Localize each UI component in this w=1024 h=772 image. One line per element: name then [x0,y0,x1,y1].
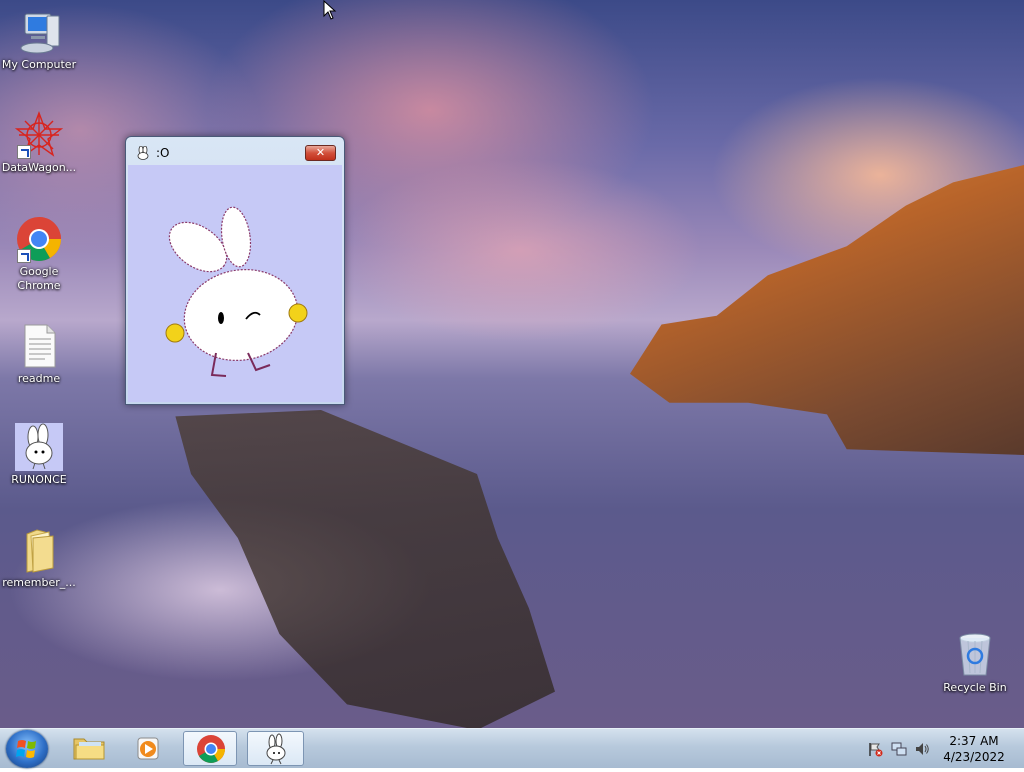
bunny-app-window[interactable]: :O ✕ [125,136,345,405]
network-icon[interactable] [891,741,907,757]
taskbar: 2:37 AM 4/23/2022 [0,728,1024,768]
computer-icon [15,8,63,56]
taskbar-clock[interactable]: 2:37 AM 4/23/2022 [936,733,1012,765]
desktop-background: My Computer DataWagon... Google Chrome r… [0,0,1024,728]
taskbar-media-player[interactable] [122,731,176,766]
desktop-icon-label: RUNONCE [11,473,67,486]
desktop-icon-label: My Computer [1,58,77,71]
window-close-button[interactable]: ✕ [305,145,336,161]
desktop-icon-label: Recycle Bin [943,681,1007,694]
desktop-icon-label: readme [17,372,61,385]
bunny-app-icon [136,145,150,160]
start-button[interactable] [6,730,48,768]
text-file-icon [15,322,63,370]
window-client-area[interactable] [128,165,342,402]
folder-icon [15,526,63,574]
desktop-icon-datawagon[interactable]: DataWagon... [1,111,77,175]
action-center-flag-icon[interactable] [867,741,883,757]
clock-date: 4/23/2022 [943,750,1005,764]
desktop-icon-recycle-bin[interactable]: Recycle Bin [937,631,1013,695]
bunny-character [165,206,308,377]
windows-logo-icon [16,740,36,758]
bunny-app-icon [266,733,286,765]
media-player-icon [137,737,159,760]
desktop-icon-readme[interactable]: readme [1,322,77,386]
volume-icon[interactable] [914,741,930,757]
window-title: :O [156,146,170,160]
mouse-cursor-icon [323,0,337,20]
window-titlebar[interactable]: :O ✕ [126,137,344,165]
chrome-shortcut-icon [15,215,63,263]
clock-time: 2:37 AM [949,734,999,748]
desktop-icon-my-computer[interactable]: My Computer [1,8,77,72]
taskbar-windows-explorer[interactable] [62,731,116,766]
bunny-app-icon [15,423,63,471]
desktop-icon-label: DataWagon... [1,161,77,174]
desktop-icon-label: Google Chrome [17,265,61,292]
taskbar-google-chrome[interactable] [183,731,237,766]
desktop-icon-runonce[interactable]: RUNONCE [1,423,77,487]
taskbar-bunny-app[interactable] [247,731,304,766]
datawagon-shortcut-icon [14,111,64,159]
shortcut-arrow-icon [17,145,31,159]
folder-icon [73,738,105,760]
desktop-icon-remember-folder[interactable]: remember_... [1,526,77,590]
desktop-icon-label: remember_... [2,576,76,589]
desktop-icon-google-chrome[interactable]: Google Chrome [1,215,77,293]
chrome-icon [197,735,225,763]
shortcut-arrow-icon [17,249,31,263]
wallpaper-cliff [630,165,1024,455]
recycle-bin-icon [951,631,999,679]
